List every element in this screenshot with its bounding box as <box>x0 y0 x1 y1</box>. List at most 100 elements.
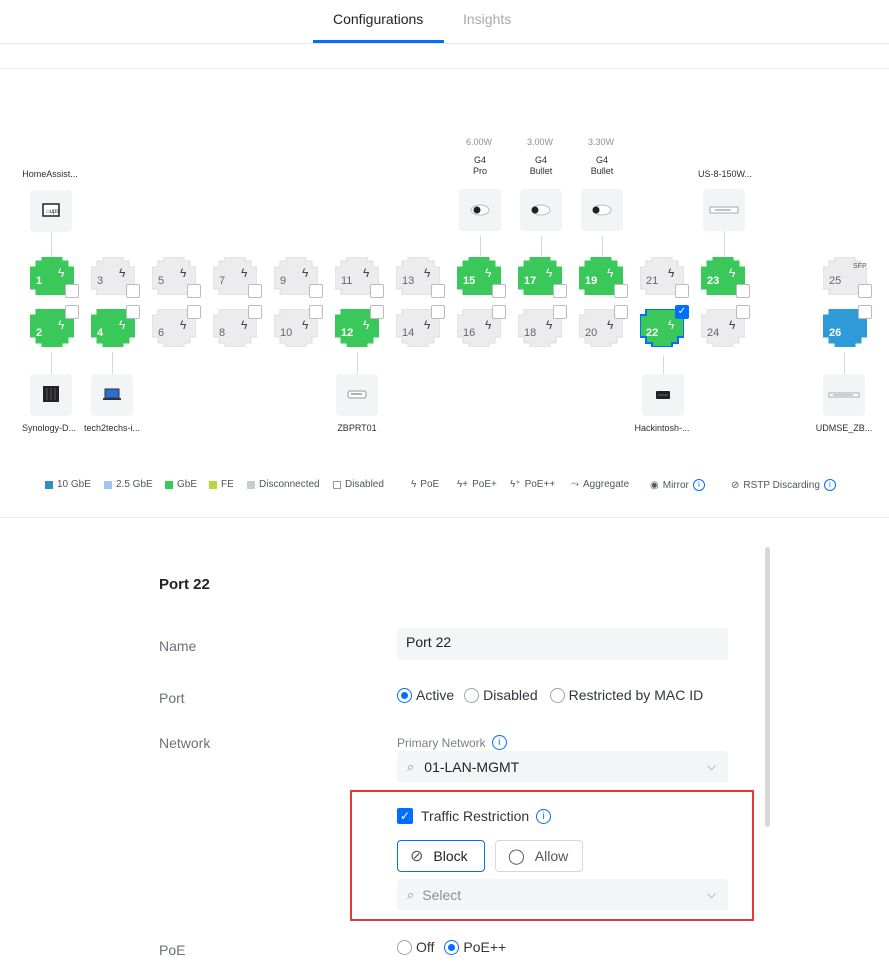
port-number: 22 <box>646 327 659 339</box>
port-checkbox[interactable] <box>675 284 689 298</box>
block-button[interactable]: ⊘ Block <box>397 840 485 872</box>
port-checkbox[interactable] <box>614 305 628 319</box>
legend-label: Disconnected <box>259 479 320 490</box>
port-checkbox[interactable] <box>187 284 201 298</box>
poe-bolt-icon: ϟ <box>180 318 187 332</box>
port-checkbox[interactable] <box>858 284 872 298</box>
device-zbprt01[interactable] <box>336 374 378 416</box>
port-checkbox[interactable] <box>492 284 506 298</box>
port-checkbox[interactable] <box>553 305 567 319</box>
info-icon[interactable]: i <box>692 479 705 491</box>
port-checkbox[interactable] <box>187 305 201 319</box>
poe-bolt-icon: ϟ <box>241 266 248 280</box>
poe-bolt-icon: ϟ <box>363 318 370 332</box>
radio-disabled[interactable] <box>464 687 480 703</box>
port-checkbox[interactable] <box>126 305 140 319</box>
device-homeassist[interactable]: ⌂ups <box>30 190 72 232</box>
link-line <box>844 352 845 374</box>
device-name-bottom: Hackintosh-... <box>634 423 690 433</box>
device-tech2techs[interactable] <box>91 374 133 416</box>
device-name-bottom: tech2techs-i... <box>83 423 141 433</box>
tab-insights[interactable]: Insights <box>463 11 511 27</box>
port-checkbox[interactable] <box>65 305 79 319</box>
link-line <box>602 236 603 256</box>
port-checkbox[interactable] <box>553 284 567 298</box>
port-number: 6 <box>158 327 165 339</box>
device-us8-switch[interactable] <box>703 189 745 231</box>
primary-network-select[interactable]: ⌕ 01-LAN-MGMT ⌵ <box>397 751 728 783</box>
port-checkbox[interactable] <box>126 284 140 298</box>
legend-label: Mirror <box>662 479 689 491</box>
scrollbar[interactable] <box>765 547 770 827</box>
legend-label: PoE <box>420 479 440 490</box>
restriction-select[interactable]: ⌕ Select ⌵ <box>397 879 728 911</box>
radio-active[interactable] <box>397 687 412 703</box>
legend-rstp: ⊘ RSTP Discarding i <box>731 479 836 491</box>
legend-label: Disabled <box>345 479 384 490</box>
port-checkbox[interactable] <box>309 305 323 319</box>
swatch <box>333 480 341 489</box>
port-checkbox[interactable] <box>431 284 445 298</box>
poe-bolt-icon: ϟ <box>668 266 675 280</box>
info-icon[interactable]: i <box>823 479 836 491</box>
radio-poe-plusplus[interactable] <box>444 939 460 955</box>
port-checkbox[interactable] <box>309 284 323 298</box>
port-label: Port <box>159 690 185 706</box>
swatch <box>104 480 112 489</box>
power-reading: 6.00W <box>465 137 492 147</box>
port-checkbox[interactable] <box>431 305 445 319</box>
port-number: 24 <box>707 327 720 339</box>
poe-bolt-icon: ϟ <box>58 266 65 280</box>
device-g4-bullet[interactable] <box>520 189 562 231</box>
legend-label: Aggregate <box>583 479 630 490</box>
port-checkbox[interactable] <box>248 284 262 298</box>
name-input[interactable]: Port 22 <box>397 628 728 660</box>
legend-label: FE <box>221 479 234 490</box>
port-checkbox[interactable] <box>248 305 262 319</box>
legend-2-5gbe: 2.5 GbE <box>104 479 153 490</box>
allow-button[interactable]: ◯ Allow <box>495 840 583 872</box>
port-checkbox[interactable] <box>736 305 750 319</box>
port-checkbox[interactable] <box>492 305 506 319</box>
port-checkbox[interactable] <box>65 284 79 298</box>
form-title: Port 22 <box>159 576 210 593</box>
device-udmse[interactable] <box>823 374 865 416</box>
primary-network-text: Primary Network <box>397 735 486 750</box>
poe-bolt-icon: ϟ <box>607 318 614 332</box>
legend-label: PoE++ <box>524 479 556 490</box>
eye-icon: ◉ <box>650 479 659 491</box>
info-icon[interactable]: i <box>491 735 507 750</box>
power-reading: 3.00W <box>526 137 553 147</box>
port-number: 18 <box>524 327 537 339</box>
port-checkbox[interactable]: ✓ <box>675 305 689 319</box>
port-number: 7 <box>219 275 226 287</box>
legend-disabled: Disabled <box>333 479 384 490</box>
allow-label: Allow <box>534 848 569 864</box>
port-checkbox[interactable] <box>614 284 628 298</box>
port-number: 21 <box>646 275 659 287</box>
legend-disconnected: Disconnected <box>247 479 320 490</box>
port-number: 1 <box>36 275 43 287</box>
device-g4-bullet[interactable] <box>581 189 623 231</box>
port-checkbox[interactable] <box>370 305 384 319</box>
radio-poe-off[interactable] <box>397 939 412 955</box>
port-checkbox[interactable] <box>370 284 384 298</box>
device-name-top: G4 Bullet <box>590 155 614 176</box>
chevron-down-icon: ⌵ <box>706 759 716 773</box>
port-checkbox[interactable] <box>858 305 872 319</box>
traffic-restriction-label: Traffic Restriction <box>421 808 530 824</box>
legend-label: PoE+ <box>472 479 497 490</box>
device-name-top: G4 Bullet <box>529 155 553 176</box>
device-name-top: US-8-150W... <box>697 169 753 179</box>
port-number: 3 <box>97 275 104 287</box>
traffic-restriction-checkbox[interactable]: ✓ <box>397 808 413 824</box>
radio-restricted[interactable] <box>549 687 565 703</box>
device-synology[interactable] <box>30 374 72 416</box>
device-name-top: G4 Pro <box>472 155 487 176</box>
device-g4-pro[interactable] <box>459 189 501 231</box>
info-icon[interactable]: i <box>536 808 552 824</box>
port-checkbox[interactable] <box>736 284 750 298</box>
link-line <box>51 232 52 257</box>
tab-configurations[interactable]: Configurations <box>333 11 423 27</box>
device-hackintosh[interactable] <box>642 374 684 416</box>
